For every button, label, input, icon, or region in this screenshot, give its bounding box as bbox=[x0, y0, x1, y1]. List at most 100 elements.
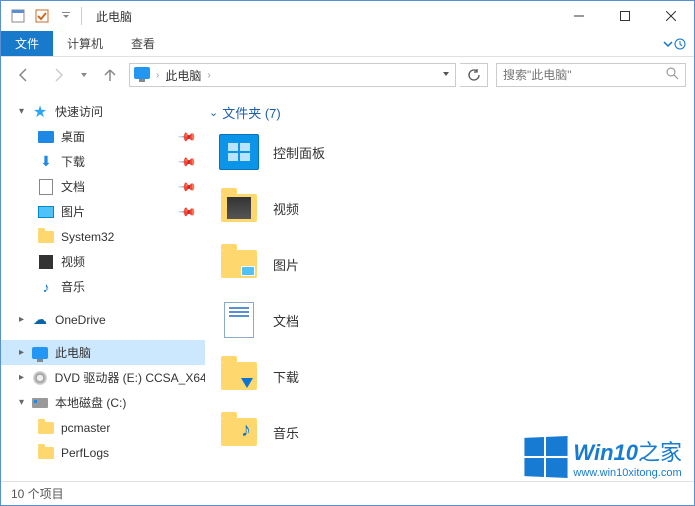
nav-music[interactable]: ♪ 音乐 bbox=[1, 274, 205, 299]
item-label: 控制面板 bbox=[273, 143, 325, 162]
nav-label: PerfLogs bbox=[61, 446, 109, 460]
refresh-button[interactable] bbox=[460, 63, 488, 87]
folder-icon bbox=[37, 228, 55, 246]
chevron-down-icon[interactable]: ▾ bbox=[19, 397, 31, 408]
pin-icon: 📌 bbox=[177, 201, 197, 221]
chevron-right-icon[interactable]: ▸ bbox=[19, 372, 31, 383]
nav-label: 视频 bbox=[61, 253, 85, 270]
content-pane[interactable]: ⌄ 文件夹 (7) 控制面板 视频 图片 bbox=[205, 93, 694, 481]
tab-file[interactable]: 文件 bbox=[1, 31, 53, 56]
address-dropdown-icon[interactable] bbox=[441, 66, 451, 84]
picture-icon bbox=[37, 203, 55, 221]
downloads-folder-icon bbox=[219, 356, 259, 396]
item-label: 下载 bbox=[273, 367, 299, 386]
checkbox-icon[interactable] bbox=[33, 7, 51, 25]
ribbon-tabs: 文件 计算机 查看 bbox=[1, 31, 694, 57]
nav-label: 音乐 bbox=[61, 278, 85, 295]
nav-local-disk[interactable]: ▾ 本地磁盘 (C:) bbox=[1, 390, 205, 415]
nav-downloads[interactable]: ⬇ 下载 📌 bbox=[1, 149, 205, 174]
search-icon[interactable] bbox=[665, 66, 679, 85]
nav-label: 桌面 bbox=[61, 128, 85, 145]
item-control-panel[interactable]: 控制面板 bbox=[209, 132, 694, 172]
maximize-button[interactable] bbox=[602, 1, 648, 31]
content-list: 控制面板 视频 图片 文档 bbox=[209, 132, 694, 452]
address-bar: › 此电脑 › bbox=[1, 57, 694, 93]
chevron-down-icon[interactable]: ⌄ bbox=[209, 106, 218, 119]
chevron-right-icon[interactable]: ▸ bbox=[19, 347, 31, 358]
status-text: 10 个项目 bbox=[11, 485, 64, 502]
item-downloads[interactable]: 下载 bbox=[209, 356, 694, 396]
nav-system32[interactable]: System32 bbox=[1, 224, 205, 249]
separator bbox=[81, 7, 82, 25]
nav-videos[interactable]: 视频 bbox=[1, 249, 205, 274]
titlebar: 此电脑 bbox=[1, 1, 694, 31]
search-box[interactable] bbox=[496, 63, 686, 87]
item-label: 文档 bbox=[273, 311, 299, 330]
back-button[interactable] bbox=[9, 63, 39, 87]
video-icon bbox=[37, 253, 55, 271]
nav-quick-access[interactable]: ▾ ★ 快速访问 bbox=[1, 99, 205, 124]
control-panel-icon bbox=[219, 132, 259, 172]
music-icon: ♪ bbox=[37, 278, 55, 296]
up-button[interactable] bbox=[95, 63, 125, 87]
nav-label: 图片 bbox=[61, 203, 85, 220]
nav-pictures[interactable]: 图片 📌 bbox=[1, 199, 205, 224]
drive-icon bbox=[31, 394, 49, 412]
item-pictures[interactable]: 图片 bbox=[209, 244, 694, 284]
download-icon: ⬇ bbox=[37, 153, 55, 171]
chevron-down-icon[interactable]: ▾ bbox=[19, 106, 31, 117]
quick-access-toolbar bbox=[1, 7, 75, 25]
pin-icon: 📌 bbox=[177, 176, 197, 196]
nav-label: System32 bbox=[61, 230, 114, 244]
item-label: 视频 bbox=[273, 199, 299, 218]
disc-icon bbox=[31, 369, 49, 387]
desktop-icon bbox=[37, 128, 55, 146]
breadcrumb-root[interactable]: 此电脑 bbox=[161, 67, 205, 84]
properties-icon[interactable] bbox=[9, 7, 27, 25]
group-header-label: 文件夹 (7) bbox=[222, 103, 281, 122]
tab-computer[interactable]: 计算机 bbox=[53, 31, 117, 56]
forward-button[interactable] bbox=[43, 63, 73, 87]
star-icon: ★ bbox=[31, 103, 49, 121]
cloud-icon: ☁ bbox=[31, 311, 49, 329]
pin-icon: 📌 bbox=[177, 151, 197, 171]
monitor-icon bbox=[134, 67, 150, 83]
status-bar: 10 个项目 bbox=[1, 481, 694, 505]
chevron-right-icon[interactable]: › bbox=[154, 70, 161, 81]
recent-dropdown[interactable] bbox=[77, 63, 91, 87]
music-folder-icon: ♪ bbox=[219, 412, 259, 452]
search-input[interactable] bbox=[503, 68, 665, 82]
breadcrumb-bar[interactable]: › 此电脑 › bbox=[129, 63, 456, 87]
minimize-button[interactable] bbox=[556, 1, 602, 31]
folder-icon bbox=[37, 444, 55, 462]
item-videos[interactable]: 视频 bbox=[209, 188, 694, 228]
nav-documents[interactable]: 文档 📌 bbox=[1, 174, 205, 199]
watermark-title: Win10之家 bbox=[573, 435, 682, 467]
navigation-pane[interactable]: ▾ ★ 快速访问 桌面 📌 ⬇ 下载 📌 文档 📌 图片 📌 System32 bbox=[1, 93, 205, 481]
nav-label: pcmaster bbox=[61, 421, 110, 435]
ribbon-expand-button[interactable] bbox=[654, 31, 694, 56]
window-controls bbox=[556, 1, 694, 31]
nav-label: 文档 bbox=[61, 178, 85, 195]
nav-desktop[interactable]: 桌面 📌 bbox=[1, 124, 205, 149]
nav-label: 本地磁盘 (C:) bbox=[55, 394, 126, 411]
chevron-right-icon[interactable]: ▸ bbox=[19, 314, 31, 325]
pin-icon: 📌 bbox=[177, 126, 197, 146]
group-header-folders[interactable]: ⌄ 文件夹 (7) bbox=[209, 103, 694, 122]
item-label: 图片 bbox=[273, 255, 299, 274]
nav-dvd[interactable]: ▸ DVD 驱动器 (E:) CCSA_X64 bbox=[1, 365, 205, 390]
chevron-right-icon[interactable]: › bbox=[205, 70, 212, 81]
close-button[interactable] bbox=[648, 1, 694, 31]
item-documents[interactable]: 文档 bbox=[209, 300, 694, 340]
nav-label: 此电脑 bbox=[55, 344, 91, 361]
nav-onedrive[interactable]: ▸ ☁ OneDrive bbox=[1, 307, 205, 332]
nav-label: 下载 bbox=[61, 153, 85, 170]
qat-dropdown-icon[interactable] bbox=[57, 7, 75, 25]
videos-folder-icon bbox=[219, 188, 259, 228]
nav-label: 快速访问 bbox=[55, 103, 103, 120]
nav-this-pc[interactable]: ▸ 此电脑 bbox=[1, 340, 205, 365]
watermark: Win10之家 www.win10xitong.com bbox=[523, 435, 682, 479]
nav-pcmaster[interactable]: pcmaster bbox=[1, 415, 205, 440]
nav-perflogs[interactable]: PerfLogs bbox=[1, 440, 205, 465]
tab-view[interactable]: 查看 bbox=[117, 31, 169, 56]
